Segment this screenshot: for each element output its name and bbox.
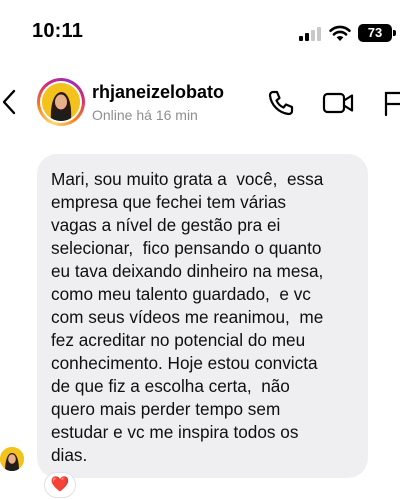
battery-cap: [393, 30, 396, 36]
wifi-icon: [329, 25, 351, 41]
chat-username[interactable]: rhjaneizelobato: [92, 82, 224, 103]
online-status: Online há 16 min: [92, 107, 198, 123]
flag-icon[interactable]: [382, 88, 400, 118]
cellular-signal-icon: [299, 27, 321, 41]
video-camera-icon[interactable]: [322, 88, 354, 118]
profile-avatar[interactable]: [37, 78, 85, 126]
message-bubble[interactable]: Mari, sou muito grata a você, essa empre…: [37, 154, 368, 478]
avatar-photo: [42, 83, 80, 121]
message-text: Mari, sou muito grata a você, essa empre…: [51, 169, 324, 465]
status-time: 10:11: [32, 20, 84, 42]
status-bar: 10:11 73: [0, 0, 400, 64]
heart-reaction-icon[interactable]: ❤️: [44, 472, 76, 498]
battery-icon: 73: [358, 24, 392, 42]
back-chevron-icon[interactable]: [0, 88, 20, 116]
phone-icon[interactable]: [266, 88, 296, 118]
sender-avatar[interactable]: [0, 447, 24, 471]
chat-header: rhjaneizelobato Online há 16 min: [0, 64, 400, 140]
